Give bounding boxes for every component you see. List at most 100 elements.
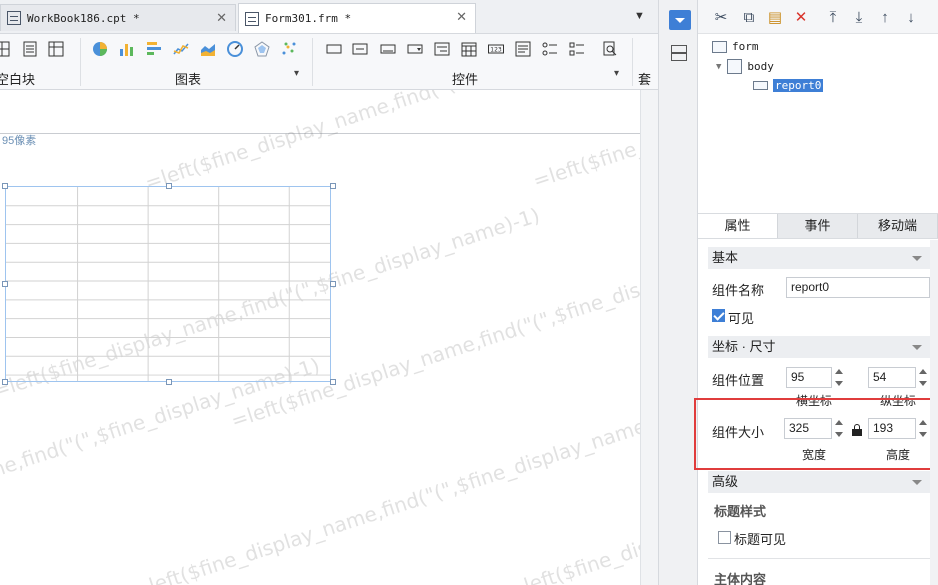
report-node-icon	[753, 81, 768, 90]
position-x-stepper[interactable]	[832, 367, 846, 388]
report-grid	[6, 187, 330, 381]
search-widget-icon[interactable]	[602, 41, 618, 57]
pie-chart-icon[interactable]	[92, 41, 108, 57]
resize-handle[interactable]	[2, 183, 8, 189]
canvas-vertical-scrollbar[interactable]	[640, 90, 658, 585]
text-field-widget-icon[interactable]	[380, 41, 396, 57]
gauge-chart-icon[interactable]	[227, 41, 243, 57]
property-panel-scrollbar[interactable]	[930, 240, 938, 585]
area-chart-icon[interactable]	[200, 41, 216, 57]
position-y-input[interactable]: 54	[868, 367, 916, 388]
scatter-chart-icon[interactable]	[281, 41, 297, 57]
side-toolstrip	[658, 0, 698, 585]
aspect-lock-icon[interactable]	[852, 424, 862, 436]
design-canvas[interactable]: 95像素 =left($fine_display_name,find("(",$…	[0, 90, 640, 585]
resize-handle[interactable]	[166, 183, 172, 189]
layout-panel-icon[interactable]	[671, 45, 687, 61]
report-widget[interactable]	[2, 183, 336, 385]
body-content-label: 主体内容	[714, 572, 767, 585]
section-title: 高级	[712, 474, 739, 489]
body-node-icon	[727, 59, 743, 74]
position-y-stepper[interactable]	[916, 367, 930, 388]
resize-handle[interactable]	[330, 379, 336, 385]
position-x-input[interactable]: 95	[786, 367, 832, 388]
cut-icon[interactable]: ✂	[712, 9, 730, 27]
date-widget-icon[interactable]	[461, 41, 477, 57]
form-icon	[245, 11, 259, 26]
tree-node-label: form	[732, 40, 759, 53]
tab-list-dropdown-icon[interactable]: ▼	[634, 10, 648, 24]
close-icon[interactable]: ✕	[456, 9, 467, 25]
height-input[interactable]: 193	[868, 418, 916, 439]
form-node-icon	[712, 40, 727, 53]
width-input[interactable]: 325	[784, 418, 832, 439]
height-stepper[interactable]	[916, 418, 930, 439]
tab-layout-icon[interactable]	[22, 41, 38, 57]
resize-handle[interactable]	[330, 183, 336, 189]
resize-handle[interactable]	[330, 281, 336, 287]
close-icon[interactable]: ✕	[216, 10, 227, 26]
move-down-icon[interactable]: ↓	[902, 9, 920, 27]
checkbox-group-widget-icon[interactable]	[569, 41, 585, 57]
paste-icon[interactable]: ▤	[766, 9, 784, 27]
delete-icon[interactable]: ✕	[792, 9, 810, 27]
divider	[708, 558, 930, 559]
tab-mobile[interactable]: 移动端	[858, 214, 938, 238]
expand-caret-icon[interactable]: ▼	[716, 62, 721, 72]
resize-handle[interactable]	[166, 379, 172, 385]
widget-tree: form ▼ body report0	[698, 34, 938, 210]
group-blank-block-label: 空白块	[0, 72, 36, 87]
section-basic[interactable]: 基本	[708, 247, 930, 269]
watermark-text: =left($fine_display_name,find("(",$fine_…	[130, 402, 640, 585]
resize-handle[interactable]	[2, 379, 8, 385]
widget-ribbon: 空白块 图表 ▾ 123 控件 ▾ 套用	[0, 34, 658, 106]
group-control-label: 控件	[452, 72, 479, 87]
text-area-widget-icon[interactable]	[515, 41, 531, 57]
widget-name-input[interactable]: report0	[786, 277, 930, 298]
move-up-icon[interactable]: ↑	[876, 9, 894, 27]
visible-checkbox[interactable]	[712, 309, 725, 322]
section-advanced[interactable]: 高级	[708, 471, 930, 493]
group-chart-label: 图表	[175, 72, 202, 87]
tree-node-report0[interactable]: report0	[753, 79, 824, 92]
divider	[80, 38, 81, 86]
combo-box-widget-icon[interactable]	[407, 41, 423, 57]
absolute-layout-icon[interactable]	[0, 41, 10, 57]
dropdown-tree-widget-icon[interactable]	[434, 41, 450, 57]
tree-node-form[interactable]: form	[712, 40, 759, 53]
width-stepper[interactable]	[832, 418, 846, 439]
copy-icon[interactable]: ⧉	[740, 9, 758, 27]
tab-events[interactable]: 事件	[778, 214, 858, 238]
section-title: 基本	[712, 250, 739, 265]
width-caption: 宽度	[802, 448, 827, 462]
chevron-down-icon[interactable]: ▾	[294, 68, 299, 79]
x-coordinate-caption: 横坐标	[796, 394, 833, 408]
workbook-icon	[7, 11, 21, 25]
label-widget-icon[interactable]	[352, 41, 368, 57]
document-tab-strip: WorkBook186.cpt * ✕ Form301.frm * ✕ ▼	[0, 0, 658, 34]
radar-chart-icon[interactable]	[254, 41, 270, 57]
grid-layout-icon[interactable]	[48, 41, 64, 57]
size-label: 组件大小	[712, 425, 765, 440]
section-geometry[interactable]: 坐标 · 尺寸	[708, 336, 930, 358]
tab-form301[interactable]: Form301.frm * ✕	[238, 3, 476, 33]
radio-group-widget-icon[interactable]	[542, 41, 558, 57]
move-to-top-icon[interactable]: ⤒	[824, 9, 842, 27]
tree-node-label: report0	[773, 79, 824, 92]
widget-panel-toggle-icon[interactable]	[669, 10, 691, 30]
chevron-down-icon[interactable]: ▾	[614, 68, 619, 79]
bar-chart-icon[interactable]	[119, 41, 135, 57]
line-chart-icon[interactable]	[173, 41, 189, 57]
button-widget-icon[interactable]	[326, 41, 342, 57]
move-to-bottom-icon[interactable]: ⤓	[850, 9, 868, 27]
number-widget-icon[interactable]: 123	[488, 41, 504, 57]
position-label: 组件位置	[712, 373, 765, 388]
tab-workbook186[interactable]: WorkBook186.cpt * ✕	[0, 4, 236, 31]
widget-toolbar: ✂ ⧉ ▤ ✕ ⤒ ⤓ ↑ ↓	[698, 0, 938, 34]
horizontal-bar-chart-icon[interactable]	[146, 41, 162, 57]
title-visible-checkbox[interactable]	[718, 531, 731, 544]
tree-node-body[interactable]: ▼ body	[716, 59, 774, 74]
tab-properties[interactable]: 属性	[698, 214, 778, 238]
property-tabs: 属性 事件 移动端	[698, 213, 938, 239]
resize-handle[interactable]	[2, 281, 8, 287]
